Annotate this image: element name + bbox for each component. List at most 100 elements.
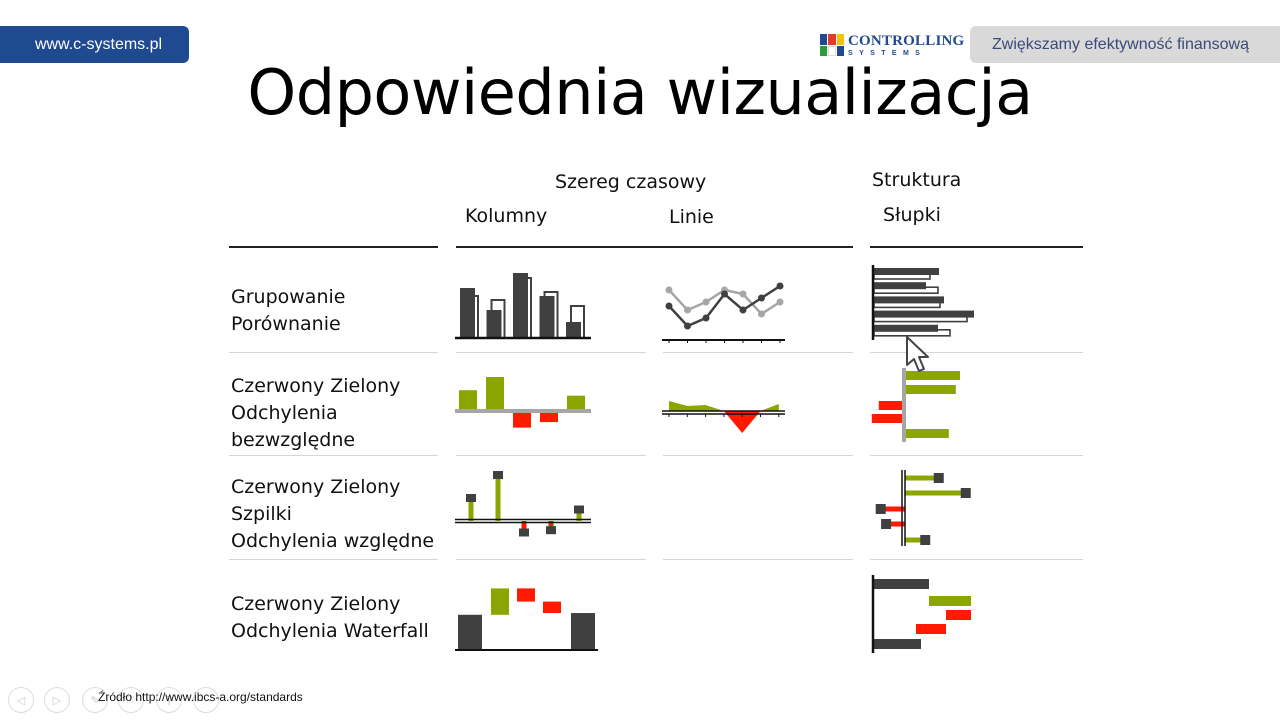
header-columns: Kolumny	[465, 205, 548, 227]
row-label-line: Odchylenia Waterfall	[231, 620, 429, 642]
mouse-cursor-icon	[906, 336, 929, 372]
actual-column	[513, 273, 528, 338]
waterfall-bars-chart	[871, 575, 971, 653]
grouped-lines-chart	[662, 282, 785, 343]
row-separator	[456, 352, 646, 353]
positive-variance-bar	[904, 385, 956, 394]
row-label-line: Czerwony Zielony	[231, 593, 401, 615]
pin-head	[933, 473, 944, 483]
row-label-grouping: Grupowanie Porównanie	[231, 284, 345, 338]
total-bar	[873, 639, 921, 649]
positive-variance-area	[669, 401, 724, 411]
negative-variance-bar	[878, 401, 904, 410]
actual-bar	[874, 324, 938, 332]
header-rule-structure	[870, 246, 1083, 248]
pin-head	[960, 488, 971, 498]
actual-bar	[874, 268, 939, 275]
row-separator	[456, 455, 646, 456]
row-label-line: bezwzględne	[231, 429, 356, 451]
actual-column	[460, 288, 475, 338]
row-label-relative-variance: Czerwony Zielony Szpilki Odchylenia wzgl…	[231, 474, 434, 555]
row-label-line: Czerwony Zielony	[231, 476, 401, 498]
company-logo: CONTROLLING SYSTEMS	[820, 31, 964, 59]
positive-delta-column	[491, 588, 509, 615]
row-separator	[456, 559, 646, 560]
positive-delta-bar	[929, 596, 971, 606]
previous-icon: ◁	[16, 694, 26, 707]
row-separator	[870, 559, 1083, 560]
actual-column	[566, 322, 581, 338]
row-separator	[229, 352, 438, 353]
next-icon: ▷	[52, 694, 62, 707]
row-label-absolute-variance: Czerwony Zielony Odchylenia bezwzględne	[231, 373, 400, 454]
waterfall-columns-chart	[455, 588, 598, 651]
total-column	[458, 614, 482, 650]
actual-bar	[874, 296, 944, 304]
actual-bar	[874, 282, 926, 290]
pin-head	[546, 526, 556, 535]
data-point	[702, 314, 710, 322]
negative-delta-bar	[916, 624, 946, 634]
positive-variance-area	[760, 404, 779, 411]
header-lines: Linie	[669, 206, 714, 228]
previous-slide-button[interactable]: ◁	[8, 687, 34, 713]
negative-delta-column	[543, 601, 561, 614]
row-separator	[870, 352, 1083, 353]
grouped-columns-chart	[455, 273, 591, 340]
total-column	[571, 613, 595, 650]
header-structure: Struktura	[872, 169, 962, 191]
actual-bar	[874, 310, 974, 318]
data-point	[758, 294, 765, 302]
pin-head	[875, 504, 886, 514]
data-point	[758, 310, 765, 318]
data-point	[684, 322, 691, 330]
positive-variance-column	[459, 390, 477, 410]
positive-variance-bar	[904, 429, 949, 438]
pin-head	[466, 494, 476, 502]
tagline-text: Zwiększamy efektywność finansową	[992, 35, 1249, 53]
header-rule-time-series	[456, 246, 853, 248]
positive-pin	[905, 490, 966, 496]
positive-pin	[905, 475, 939, 481]
pin-head	[519, 528, 529, 537]
site-url: www.c-systems.pl	[34, 35, 163, 53]
row-separator	[870, 455, 1083, 456]
next-slide-button[interactable]: ▷	[44, 687, 70, 713]
header-bars: Słupki	[883, 204, 941, 226]
row-separator	[663, 352, 853, 353]
total-bar	[873, 579, 929, 589]
logo-squares-icon	[820, 34, 844, 56]
grouped-bars-chart	[871, 265, 974, 340]
data-point	[702, 298, 710, 306]
positive-pin	[495, 475, 501, 521]
logo-main-text: CONTROLLING	[848, 32, 965, 49]
row-label-line: Odchylenia	[231, 402, 338, 424]
data-point	[776, 298, 784, 306]
negative-variance-bar	[871, 414, 904, 423]
row-separator	[229, 559, 438, 560]
slide-title: Odpowiednia wizualizacja	[247, 56, 1033, 129]
row-separator	[663, 559, 853, 560]
row-label-waterfall: Czerwony Zielony Odchylenia Waterfall	[231, 591, 429, 645]
pin-head	[493, 471, 503, 479]
positive-variance-column	[486, 377, 504, 410]
data-point	[665, 302, 673, 310]
negative-delta-bar	[946, 610, 971, 620]
rel-variance-columns-chart	[455, 471, 591, 537]
abs-variance-columns-chart	[455, 377, 591, 428]
data-point	[739, 290, 747, 298]
rel-variance-bars-chart	[875, 470, 971, 546]
row-separator	[663, 455, 853, 456]
row-label-line: Czerwony Zielony	[231, 375, 401, 397]
actual-column	[539, 296, 555, 338]
data-point	[721, 290, 728, 298]
data-point	[684, 306, 691, 314]
row-label-line: Szpilki	[231, 503, 292, 525]
row-label-line: Grupowanie	[231, 286, 346, 308]
row-separator	[229, 455, 438, 456]
header-time-series: Szereg czasowy	[555, 171, 707, 193]
abs-variance-bars-chart	[871, 368, 960, 442]
actual-column	[486, 310, 502, 338]
data-point	[776, 282, 784, 290]
data-point	[665, 286, 673, 294]
